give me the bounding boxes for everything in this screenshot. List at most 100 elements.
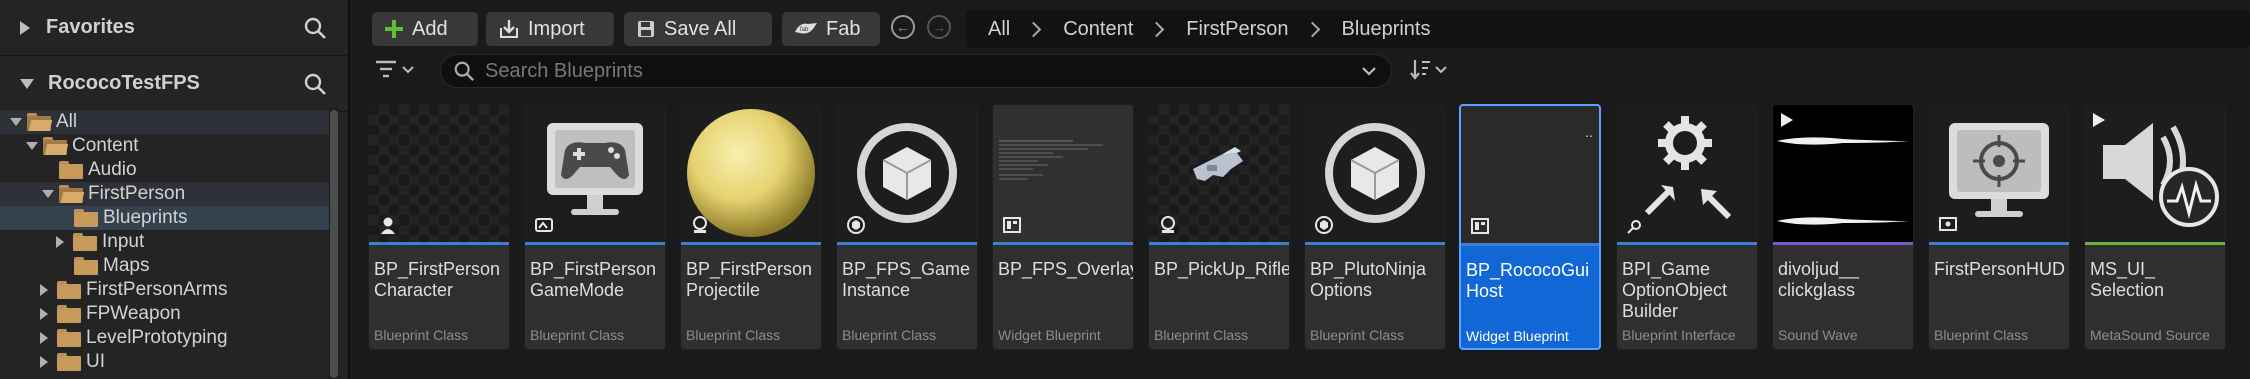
scrollbar-thumb[interactable] <box>330 110 338 378</box>
collapse-arrow-icon[interactable] <box>20 20 30 35</box>
back-icon[interactable]: ← <box>891 15 915 39</box>
tree-item-label: LevelPrototyping <box>86 327 228 348</box>
favorites-section-header[interactable]: Favorites <box>0 0 348 56</box>
search-icon[interactable] <box>300 16 330 40</box>
tree-scrollbar[interactable] <box>329 108 339 379</box>
chevron-down-icon[interactable] <box>1361 65 1377 77</box>
asset-name: BPI_Game OptionObject Builder <box>1622 259 1728 321</box>
tree-item-label: All <box>56 111 78 132</box>
asset-type: Widget Blueprint <box>998 327 1101 343</box>
expand-arrow-icon[interactable] <box>26 142 38 150</box>
filter-icon <box>375 59 401 84</box>
fab-label: Fab <box>826 17 861 40</box>
add-button[interactable]: Add <box>372 12 478 46</box>
tree-item-blueprints[interactable]: Blueprints <box>0 206 330 230</box>
collapse-arrow-icon[interactable] <box>56 236 64 248</box>
project-title: RococoTestFPS <box>48 72 200 94</box>
pluto-ninja-thumbnail <box>1305 105 1445 242</box>
tree-item-label: Maps <box>103 255 150 276</box>
blueprint-class-icon <box>845 214 867 236</box>
collapse-arrow-icon[interactable] <box>40 332 48 344</box>
tree-item-content[interactable]: Content <box>0 134 330 158</box>
tree-item-audio[interactable]: Audio <box>0 158 330 182</box>
plus-icon <box>384 19 404 39</box>
sort-icon <box>1408 58 1434 85</box>
asset-tile[interactable]: BP_PlutoNinja Options Blueprint Class <box>1304 104 1446 350</box>
asset-name: divoljud__ clickglass <box>1778 259 1860 300</box>
tree-item-label: FPWeapon <box>86 303 181 324</box>
folder-icon <box>59 161 83 179</box>
breadcrumb-item-all[interactable]: All <box>988 18 1010 41</box>
breadcrumb: All Content FirstPerson Blueprints <box>966 10 2250 48</box>
asset-tile-selected[interactable]: ‥ BP_RococoGui Host Widget Blueprint <box>1459 104 1601 350</box>
save-all-button[interactable]: Save All <box>624 12 772 46</box>
asset-tile[interactable]: FirstPersonHUD Blueprint Class <box>1928 104 2070 350</box>
asset-name: BP_PickUp_Rifle <box>1154 259 1290 279</box>
chevron-right-icon[interactable] <box>1304 21 1320 37</box>
expand-arrow-icon[interactable] <box>42 190 54 198</box>
interface-thumbnail <box>1617 105 1757 242</box>
project-section-header[interactable]: RococoTestFPS <box>0 56 348 112</box>
chevron-down-icon <box>1434 62 1448 80</box>
asset-tile[interactable]: BP_FirstPerson Projectile Blueprint Clas… <box>680 104 822 350</box>
tree-item-levelprototyping[interactable]: LevelPrototyping <box>0 326 330 350</box>
asset-name: FirstPersonHUD <box>1934 259 2066 279</box>
asset-type: MetaSound Source <box>2090 327 2210 343</box>
forward-icon[interactable]: → <box>927 15 951 39</box>
chevron-right-icon[interactable] <box>1149 21 1165 37</box>
asset-type-bar <box>1617 242 1757 245</box>
tree-item-maps[interactable]: Maps <box>0 254 330 278</box>
projectile-icon <box>1157 214 1179 236</box>
gui-host-thumbnail: ‥ <box>1461 106 1599 243</box>
open-folder-icon <box>43 137 69 155</box>
collapse-arrow-icon[interactable] <box>40 308 48 320</box>
expand-arrow-icon[interactable] <box>20 78 34 89</box>
breadcrumb-item-content[interactable]: Content <box>1063 18 1133 41</box>
asset-name: BP_FirstPerson GameMode <box>530 259 657 300</box>
tree-item-firstperson[interactable]: FirstPerson <box>0 182 330 206</box>
gamemode-icon <box>533 214 555 236</box>
breadcrumb-item-firstperson[interactable]: FirstPerson <box>1186 18 1288 41</box>
asset-tile[interactable]: BP_FPS_Overlay Widget Blueprint <box>992 104 1134 350</box>
expand-arrow-icon[interactable] <box>10 118 22 126</box>
tree-item-firstpersonarms[interactable]: FirstPersonArms <box>0 278 330 302</box>
asset-tile[interactable]: BP_FPS_Game Instance Blueprint Class <box>836 104 978 350</box>
tree-item-label: FirstPersonArms <box>86 279 228 300</box>
tree-item-input[interactable]: Input <box>0 230 330 254</box>
folder-tree: All Content Audio FirstPerson Blueprints… <box>0 110 330 374</box>
breadcrumb-item-blueprints[interactable]: Blueprints <box>1342 18 1431 41</box>
gamemode-thumbnail <box>525 105 665 242</box>
folder-icon <box>73 233 97 251</box>
sort-dropdown[interactable] <box>1408 58 1458 84</box>
asset-tile[interactable]: BP_FirstPerson GameMode Blueprint Class <box>524 104 666 350</box>
hud-thumbnail <box>1929 105 2069 242</box>
ellipsis-icon: ‥ <box>1584 126 1593 140</box>
waveform-icon <box>1777 113 1909 225</box>
search-input[interactable] <box>483 58 1361 84</box>
tree-item-ui[interactable]: UI <box>0 350 330 374</box>
asset-type: Widget Blueprint <box>1466 328 1569 344</box>
content-browser-toolbar: Add Import Save All fab Fab ← → All Cont… <box>350 0 2250 56</box>
asset-tile[interactable]: BPI_Game OptionObject Builder Blueprint … <box>1616 104 1758 350</box>
collapse-arrow-icon[interactable] <box>40 284 48 296</box>
search-icon[interactable] <box>300 72 330 96</box>
asset-tile[interactable]: BP_FirstPerson Character Blueprint Class <box>368 104 510 350</box>
asset-tile[interactable]: BP_PickUp_Rifle Blueprint Class <box>1148 104 1290 350</box>
import-button[interactable]: Import <box>486 12 614 46</box>
asset-type: Blueprint Class <box>1934 327 2029 343</box>
fab-button[interactable]: fab Fab <box>782 12 880 46</box>
asset-tile[interactable]: MS_UI_ Selection MetaSound Source <box>2084 104 2226 350</box>
tree-item-all[interactable]: All <box>0 110 330 134</box>
filter-dropdown[interactable] <box>375 58 425 84</box>
asset-type: Blueprint Class <box>842 327 937 343</box>
chevron-right-icon[interactable] <box>1025 21 1042 37</box>
collapse-arrow-icon[interactable] <box>40 356 48 368</box>
speaker-icon <box>2093 113 2219 227</box>
sound-wave-thumbnail <box>1773 105 1913 242</box>
tree-item-fpweapon[interactable]: FPWeapon <box>0 302 330 326</box>
asset-tile[interactable]: divoljud__ clickglass Sound Wave <box>1772 104 1914 350</box>
folder-icon <box>74 209 98 227</box>
tree-item-label: Input <box>102 231 145 252</box>
asset-name: BP_RococoGui Host <box>1466 260 1590 301</box>
tree-item-label: Content <box>72 135 139 156</box>
